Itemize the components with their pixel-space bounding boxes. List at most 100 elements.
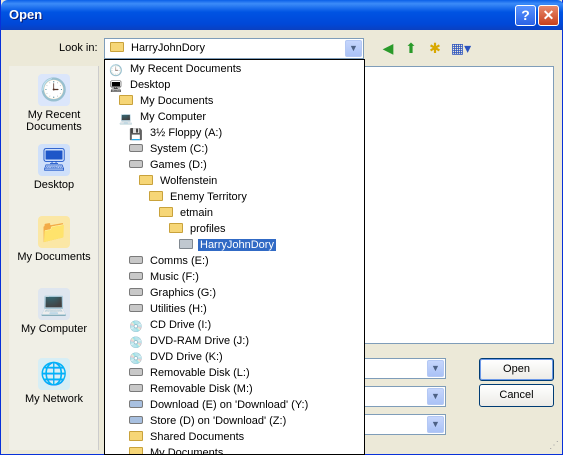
dropdown-item-label: CD Drive (I:) (150, 319, 212, 331)
look-in-dropdown-arrow[interactable]: ▼ (345, 40, 362, 57)
recent-documents-icon: 🕒 (109, 65, 123, 77)
dropdown-item[interactable]: Utilities (H:) (129, 301, 209, 317)
hard-drive-icon (129, 144, 143, 152)
dropdown-item[interactable]: etmain (159, 205, 215, 221)
place-label: My Recent Documents (26, 109, 82, 133)
dropdown-item[interactable]: Removable Disk (M:) (129, 381, 255, 397)
dropdown-item[interactable]: 💿 CD Drive (I:) (129, 317, 213, 333)
file-type-combo[interactable]: ▼ (361, 386, 446, 407)
dropdown-item-label: My Documents (140, 95, 214, 107)
dropdown-item[interactable]: Graphics (G:) (129, 285, 218, 301)
dropdown-item-label: My Recent Documents (130, 63, 242, 75)
dropdown-item[interactable]: My Documents (119, 93, 215, 109)
dropdown-item[interactable]: Removable Disk (L:) (129, 365, 252, 381)
look-in-combo[interactable]: HarryJohnDory ▼ (104, 38, 364, 59)
dropdown-item[interactable]: Games (D:) (129, 157, 209, 173)
place-my-computer[interactable]: 💻 My Computer (9, 288, 99, 335)
dropdown-item-label: etmain (180, 207, 214, 219)
dropdown-item[interactable]: 💻 My Computer (119, 109, 208, 125)
encoding-combo[interactable]: ▼ (361, 414, 446, 435)
desktop-icon: 🖥 (109, 81, 123, 93)
open-dialog: Open ? ✕ Look in: HarryJohnDory ▼ ◀ ⬆ ✱ … (0, 0, 563, 455)
dropdown-item-label: Desktop (130, 79, 171, 91)
dropdown-item[interactable]: Download (E) on 'Download' (Y:) (129, 397, 310, 413)
folder-icon (149, 191, 163, 201)
dropdown-item-label: Enemy Territory (170, 191, 247, 203)
open-folder-icon (179, 239, 193, 249)
dropdown-item-label: Store (D) on 'Download' (Z:) (150, 415, 287, 427)
views-menu-button[interactable]: ▦▾ (449, 39, 473, 57)
place-label: My Network (24, 393, 84, 405)
dropdown-item[interactable]: My Documents (129, 445, 225, 454)
folder-icon (159, 207, 173, 217)
folder-icon (129, 447, 143, 454)
dropdown-item[interactable]: HarryJohnDory (179, 237, 276, 253)
dropdown-item-label: Music (F:) (150, 271, 199, 283)
look-in-value: HarryJohnDory (131, 42, 205, 54)
places-bar: 🕒 My Recent Documents 🖥 Desktop 📁 My Doc… (9, 66, 99, 450)
help-button[interactable]: ? (515, 5, 536, 26)
cd-drive-icon: 💿 (129, 353, 143, 365)
dropdown-item-label: Graphics (G:) (150, 287, 217, 299)
place-label: My Computer (20, 323, 88, 335)
place-desktop[interactable]: 🖥 Desktop (9, 144, 99, 191)
hard-drive-icon (129, 304, 143, 312)
dropdown-item-label: DVD Drive (K:) (150, 351, 223, 363)
dropdown-item[interactable]: Shared Documents (129, 429, 246, 445)
dropdown-item[interactable]: Store (D) on 'Download' (Z:) (129, 413, 288, 429)
up-one-level-button[interactable]: ⬆ (402, 39, 420, 57)
place-my-network[interactable]: 🌐 My Network (9, 358, 99, 405)
dropdown-item-label: Shared Documents (150, 431, 245, 443)
dropdown-item-label: HarryJohnDory (198, 239, 276, 251)
dropdown-item-label: profiles (190, 223, 226, 235)
dropdown-item[interactable]: profiles (169, 221, 227, 237)
dropdown-item-label: Removable Disk (M:) (150, 383, 253, 395)
dropdown-item-label: Comms (E:) (150, 255, 209, 267)
my-network-icon: 🌐 (38, 358, 70, 390)
new-folder-button[interactable]: ✱ (426, 39, 444, 57)
hard-drive-icon (129, 272, 143, 280)
dropdown-item[interactable]: 💾 3½ Floppy (A:) (129, 125, 224, 141)
dropdown-item[interactable]: Wolfenstein (139, 173, 219, 189)
dropdown-item-label: Removable Disk (L:) (150, 367, 250, 379)
cancel-button[interactable]: Cancel (479, 384, 554, 407)
folder-icon (119, 95, 133, 105)
network-drive-icon (129, 416, 143, 424)
resize-grip-icon[interactable]: ⋰ (549, 441, 559, 451)
network-drive-icon (129, 400, 143, 408)
encoding-dropdown-arrow[interactable]: ▼ (427, 416, 444, 433)
place-my-documents[interactable]: 📁 My Documents (9, 216, 99, 263)
file-name-combo[interactable]: ▼ (361, 358, 446, 379)
folder-icon (110, 42, 129, 54)
dropdown-item[interactable]: System (C:) (129, 141, 210, 157)
hard-drive-icon (129, 256, 143, 264)
dropdown-item-label: DVD-RAM Drive (J:) (150, 335, 249, 347)
dropdown-item[interactable]: Enemy Territory (149, 189, 249, 205)
dropdown-item[interactable]: 💿 DVD Drive (K:) (129, 349, 225, 365)
look-in-dropdown-list[interactable]: 🕒 My Recent Documents 🖥 Desktop My Documents… (104, 59, 365, 455)
place-recent-documents[interactable]: 🕒 My Recent Documents (9, 74, 99, 133)
close-button[interactable]: ✕ (538, 5, 559, 26)
file-name-dropdown-arrow[interactable]: ▼ (427, 360, 444, 377)
hard-drive-icon (129, 384, 143, 392)
hard-drive-icon (129, 288, 143, 296)
floppy-drive-icon: 💾 (129, 129, 143, 141)
back-button[interactable]: ◀ (379, 39, 397, 57)
title-bar[interactable]: Open ? ✕ (1, 0, 563, 30)
dropdown-item-label: System (C:) (150, 143, 209, 155)
dropdown-item[interactable]: 🕒 My Recent Documents (109, 61, 243, 77)
dropdown-item[interactable]: Comms (E:) (129, 253, 211, 269)
file-type-dropdown-arrow[interactable]: ▼ (427, 388, 444, 405)
dropdown-item[interactable]: 💿 DVD-RAM Drive (J:) (129, 333, 251, 349)
folder-icon (129, 431, 143, 441)
dropdown-item[interactable]: 🖥 Desktop (109, 77, 172, 93)
my-documents-icon: 📁 (38, 216, 70, 248)
dropdown-item-label: Download (E) on 'Download' (Y:) (150, 399, 309, 411)
desktop-icon: 🖥 (38, 144, 70, 176)
cd-drive-icon: 💿 (129, 321, 143, 333)
dropdown-item[interactable]: Music (F:) (129, 269, 201, 285)
cd-drive-icon: 💿 (129, 337, 143, 349)
folder-icon (139, 175, 153, 185)
place-label: My Documents (17, 251, 91, 263)
open-button[interactable]: Open (479, 358, 554, 381)
